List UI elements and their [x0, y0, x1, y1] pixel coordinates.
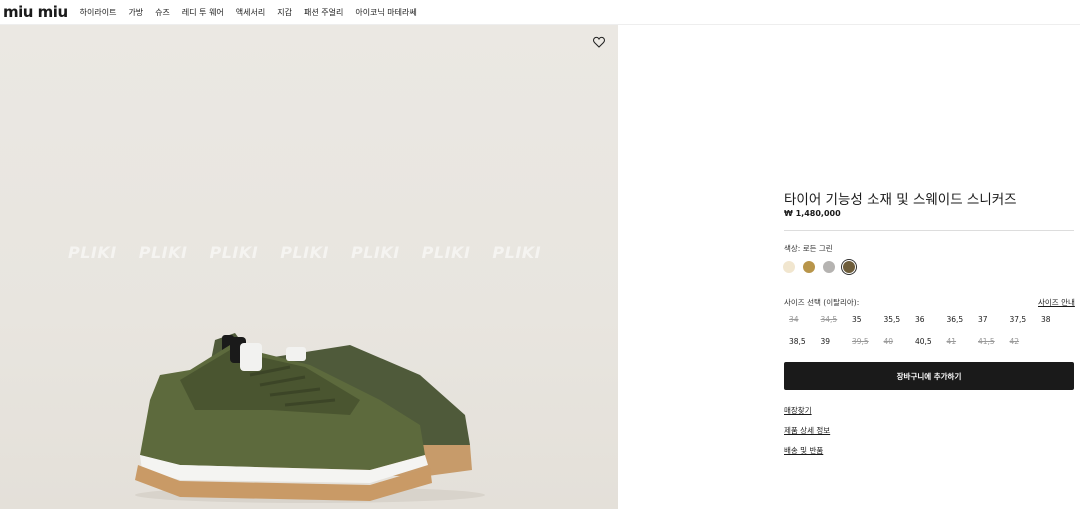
watermark-text: PLIKI [492, 243, 542, 262]
product-details-link[interactable]: 제품 상세 정보 [784, 425, 830, 436]
size-guide-link[interactable]: 사이즈 안내 [1038, 297, 1075, 308]
size-option[interactable]: 41,5 [973, 337, 1005, 347]
color-label: 색상: 로든 그린 [784, 244, 833, 253]
size-option[interactable]: 41 [942, 337, 974, 347]
size-option[interactable]: 40 [879, 337, 911, 347]
nav-item-accessories[interactable]: 액세서리 [236, 7, 265, 18]
size-option[interactable]: 37,5 [1005, 315, 1037, 325]
product-title: 타이어 기능성 소재 및 스웨이드 스니커즈 [784, 192, 1017, 208]
size-option[interactable]: 35 [847, 315, 879, 325]
nav-item-fashion-jewelry[interactable]: 패션 주얼리 [304, 7, 343, 18]
size-option[interactable]: 38 [1036, 315, 1068, 325]
size-label: 사이즈 선택 (이탈리아): [784, 298, 860, 307]
nav-item-iconic-matelasse[interactable]: 아이코닉 마테라쎄 [355, 7, 416, 18]
nav-item-highlights[interactable]: 하이라이트 [80, 7, 117, 18]
size-option[interactable]: 36,5 [942, 315, 974, 325]
size-option[interactable]: 40,5 [910, 337, 942, 347]
size-option[interactable]: 35,5 [879, 315, 911, 325]
watermark-text: PLIKI [350, 243, 400, 262]
size-option[interactable]: 37 [973, 315, 1005, 325]
size-option[interactable]: 39,5 [847, 337, 879, 347]
divider [784, 230, 1074, 231]
size-option[interactable]: 34 [784, 315, 816, 325]
size-option[interactable]: 42 [1005, 337, 1037, 347]
add-to-cart-button[interactable]: 장바구니에 추가하기 [784, 362, 1074, 390]
shipping-returns-link[interactable]: 배송 및 반품 [784, 445, 823, 456]
size-option[interactable]: 38,5 [784, 337, 816, 347]
color-swatches [783, 261, 855, 273]
product-price: ₩ 1,480,000 [784, 209, 841, 218]
color-swatch[interactable] [843, 261, 855, 273]
heart-outline-icon[interactable] [592, 35, 606, 49]
sneaker-illustration [135, 333, 485, 503]
color-swatch[interactable] [783, 261, 795, 273]
size-option[interactable]: 36 [910, 315, 942, 325]
watermark-text: PLIKI [280, 243, 329, 262]
brand-logo[interactable]: miu miu [3, 4, 68, 20]
size-grid: 34 34,5 35 35,5 36 36,5 37 37,5 38 38,5 39 39,5 40 40… [784, 315, 1074, 347]
watermark-text: PLIKI [68, 243, 117, 262]
watermark: PLIKI PLIKI PLIKI PLIKI PLIKI PLIKI PLIK… [68, 243, 541, 262]
watermark-text: PLIKI [138, 243, 188, 262]
size-option[interactable]: 39 [816, 337, 848, 347]
color-swatch[interactable] [803, 261, 815, 273]
top-navigation: miu miu 하이라이트 가방 슈즈 레디 투 웨어 액세서리 지갑 패션 주… [0, 0, 1080, 25]
nav-item-bags[interactable]: 가방 [128, 7, 143, 18]
store-locator-link[interactable]: 매장찾기 [784, 405, 812, 416]
nav-item-shoes[interactable]: 슈즈 [155, 7, 170, 18]
product-image[interactable]: PLIKI PLIKI PLIKI PLIKI PLIKI PLIKI PLIK… [0, 25, 618, 509]
size-option[interactable]: 34,5 [816, 315, 848, 325]
watermark-text: PLIKI [209, 243, 259, 262]
nav-item-ready-to-wear[interactable]: 레디 투 웨어 [182, 7, 224, 18]
watermark-text: PLIKI [421, 243, 471, 262]
nav-item-wallets[interactable]: 지갑 [277, 7, 292, 18]
color-swatch[interactable] [823, 261, 835, 273]
